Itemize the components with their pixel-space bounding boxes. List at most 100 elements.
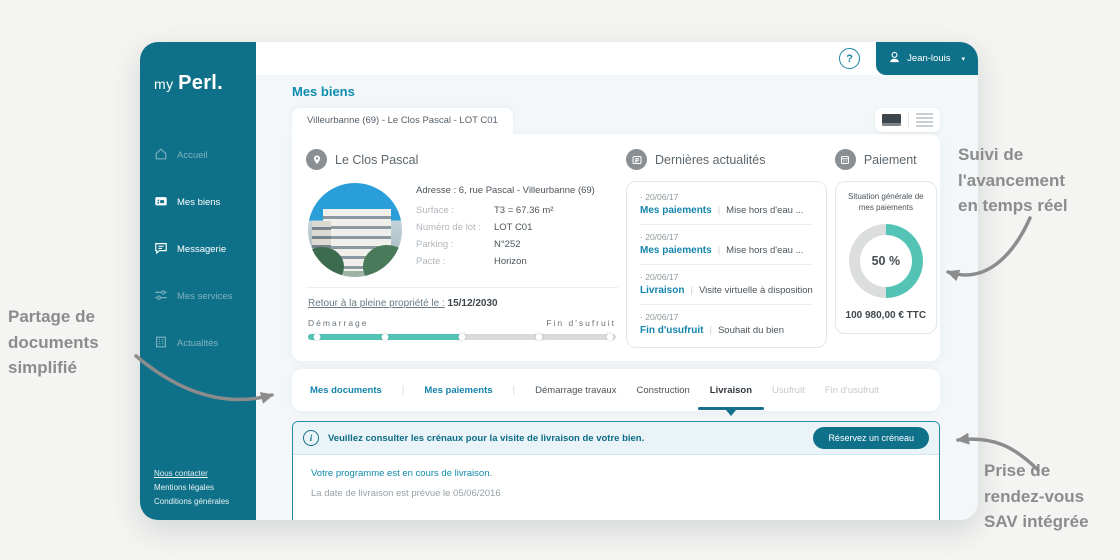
sidebar-item-label: Mes services	[177, 291, 233, 302]
news-item[interactable]: · 20/06/17 Livraison | Visite virtuelle à …	[640, 265, 813, 305]
tab-mes-documents[interactable]: Mes documents	[310, 385, 382, 396]
news-text: Souhait du bien	[717, 325, 784, 336]
property-summary-card: Le Clos Pascal Adresse : 6, rue Pascal -…	[292, 134, 940, 361]
detail-row: Numéro de lot : LOT C01	[416, 222, 533, 233]
progress-dot	[535, 333, 543, 341]
contact-link[interactable]: Nous contacter	[154, 469, 229, 478]
calendar-icon	[834, 149, 856, 170]
annotation-appointment: Prise de rendez-vous SAV intégrée	[984, 461, 1089, 531]
content-area: Mes biens Villeurbanne (69) - Le Clos Pa…	[256, 75, 978, 520]
property-tab-row: Villeurbanne (69) - Le Clos Pascal - LOT…	[292, 108, 940, 134]
news-category-link[interactable]: Mes paiements	[640, 205, 712, 216]
tab-demarrage-travaux[interactable]: Démarrage travaux	[535, 385, 616, 396]
sidebar-item-actualites[interactable]: Actualités	[154, 335, 242, 352]
tab-separator: |	[512, 384, 516, 396]
progress-dot	[458, 333, 466, 341]
payment-amount: 100 980,00 € TTC	[845, 309, 927, 321]
sidebar-footer: Nous contacter Mentions légales Conditio…	[154, 469, 229, 506]
news-text: Mise hors d'eau ...	[726, 205, 804, 216]
news-date: 20/06/17	[645, 272, 679, 282]
news-separator: |	[717, 245, 721, 256]
progress-bar	[308, 333, 616, 341]
toggle-divider	[908, 113, 909, 127]
sidebar: my Perl. Accueil Mes biens Messagerie Me…	[140, 42, 256, 520]
chat-icon	[154, 241, 168, 258]
detail-row: Pacte : Horizon	[416, 256, 527, 267]
property-section: Le Clos Pascal Adresse : 6, rue Pascal -…	[306, 147, 618, 348]
terms-link[interactable]: Conditions générales	[154, 497, 229, 506]
tab-usufruit[interactable]: Usufruit	[772, 385, 805, 396]
sidebar-item-label: Accueil	[177, 150, 208, 161]
news-date: 20/06/17	[645, 232, 679, 242]
news-category-link[interactable]: Fin d'usufruit	[640, 325, 703, 336]
sidebar-item-label: Actualités	[177, 338, 219, 349]
bullet-icon: ·	[640, 232, 643, 242]
tab-separator: |	[401, 384, 405, 396]
news-separator: |	[709, 325, 712, 336]
sliders-icon	[154, 288, 168, 305]
chevron-down-icon: ▾	[961, 55, 965, 63]
active-tab-underline	[697, 406, 764, 410]
help-button[interactable]: ?	[839, 48, 861, 69]
property-details: Adresse : 6, rue Pascal - Villeurbanne (…	[416, 183, 616, 277]
payment-header: Paiement	[834, 149, 937, 170]
annotation-tracking: Suivi de l'avancement en temps réel	[958, 145, 1068, 215]
progress-labels: Démarrage Fin d'sufruit	[308, 318, 616, 328]
reserve-slot-button[interactable]: Réservez un créneau	[813, 427, 929, 449]
tab-construction[interactable]: Construction	[636, 385, 689, 396]
app-window: my Perl. Accueil Mes biens Messagerie Me…	[140, 42, 978, 520]
detail-row: Parking : N°252	[416, 239, 521, 250]
news-separator: |	[690, 285, 693, 296]
logo-brand: Perl.	[178, 72, 223, 94]
payment-card-title: Situation générale de mes paiements	[848, 192, 924, 212]
property-selector-tab[interactable]: Villeurbanne (69) - Le Clos Pascal - LOT…	[292, 108, 513, 134]
news-text: Mise hors d'eau ...	[726, 245, 804, 256]
news-category-link[interactable]: Mes paiements	[640, 245, 712, 256]
section-tabs: Mes documents | Mes paiements | Démarrag…	[292, 369, 940, 411]
legal-link[interactable]: Mentions légales	[154, 483, 229, 492]
tab-mes-paiements[interactable]: Mes paiements	[424, 385, 492, 396]
annotation-documents: Partage de documents simplifié	[8, 307, 99, 377]
logo-prefix: my	[154, 76, 174, 92]
info-message: Veuillez consulter les crénaux pour la v…	[328, 432, 645, 444]
payment-card: Situation générale de mes paiements 50 %…	[834, 181, 937, 334]
detail-row: Surface : T3 = 67.36 m²	[416, 205, 554, 216]
news-text: Visite virtuelle à disposition	[698, 285, 813, 296]
news-item[interactable]: · 20/06/17 Fin d'usufruit | Souhait du bie…	[640, 305, 813, 344]
sidebar-item-mes-biens[interactable]: Mes biens	[154, 194, 242, 211]
news-item[interactable]: · 20/06/17 Mes paiements | Mise hors d'eau…	[640, 225, 813, 265]
news-card: · 20/06/17 Mes paiements | Mise hors d'eau…	[626, 181, 827, 348]
property-address: Adresse : 6, rue Pascal - Villeurbanne (…	[416, 185, 595, 196]
list-view-icon[interactable]	[916, 113, 933, 127]
delivery-status-line: Votre programme est en cours de livraiso…	[311, 468, 493, 479]
sidebar-item-accueil[interactable]: Accueil	[154, 147, 242, 164]
user-menu[interactable]: Jean-louis ▾	[876, 42, 978, 75]
card-view-icon[interactable]	[882, 114, 901, 126]
home-icon	[154, 147, 168, 164]
bullet-icon: ·	[640, 312, 643, 322]
progress-dot	[381, 333, 389, 341]
news-section: Dernières actualités · 20/06/17 Mes paie…	[626, 147, 827, 348]
return-date-line: Retour à la pleine propriété le : 15/12/…	[308, 298, 498, 309]
progress-start-label: Démarrage	[308, 318, 369, 328]
delivery-date-line: La date de livraison est prévue le 05/06…	[311, 488, 501, 499]
tab-livraison[interactable]: Livraison	[697, 385, 764, 410]
tab-fin-usufruit[interactable]: Fin d'usufruit	[825, 385, 879, 396]
main-column: ? Jean-louis ▾ Mes biens Villeurbanne (6…	[256, 42, 978, 520]
property-body: Adresse : 6, rue Pascal - Villeurbanne (…	[306, 181, 618, 277]
wallet-icon	[154, 194, 168, 211]
sidebar-item-label: Messagerie	[177, 244, 227, 255]
app-logo: my Perl.	[154, 72, 242, 95]
bullet-icon: ·	[640, 272, 643, 282]
news-category-link[interactable]: Livraison	[640, 285, 684, 296]
help-icon: ?	[846, 52, 854, 65]
username: Jean-louis	[907, 53, 951, 64]
sidebar-item-label: Mes biens	[177, 197, 221, 208]
news-item[interactable]: · 20/06/17 Mes paiements | Mise hors d'eau…	[640, 185, 813, 225]
property-photo	[308, 183, 402, 277]
sidebar-item-mes-services[interactable]: Mes services	[154, 288, 242, 305]
property-header: Le Clos Pascal	[306, 149, 618, 170]
bullet-icon: ·	[640, 192, 643, 202]
topbar: ? Jean-louis ▾	[256, 42, 978, 75]
sidebar-item-messagerie[interactable]: Messagerie	[154, 241, 242, 258]
